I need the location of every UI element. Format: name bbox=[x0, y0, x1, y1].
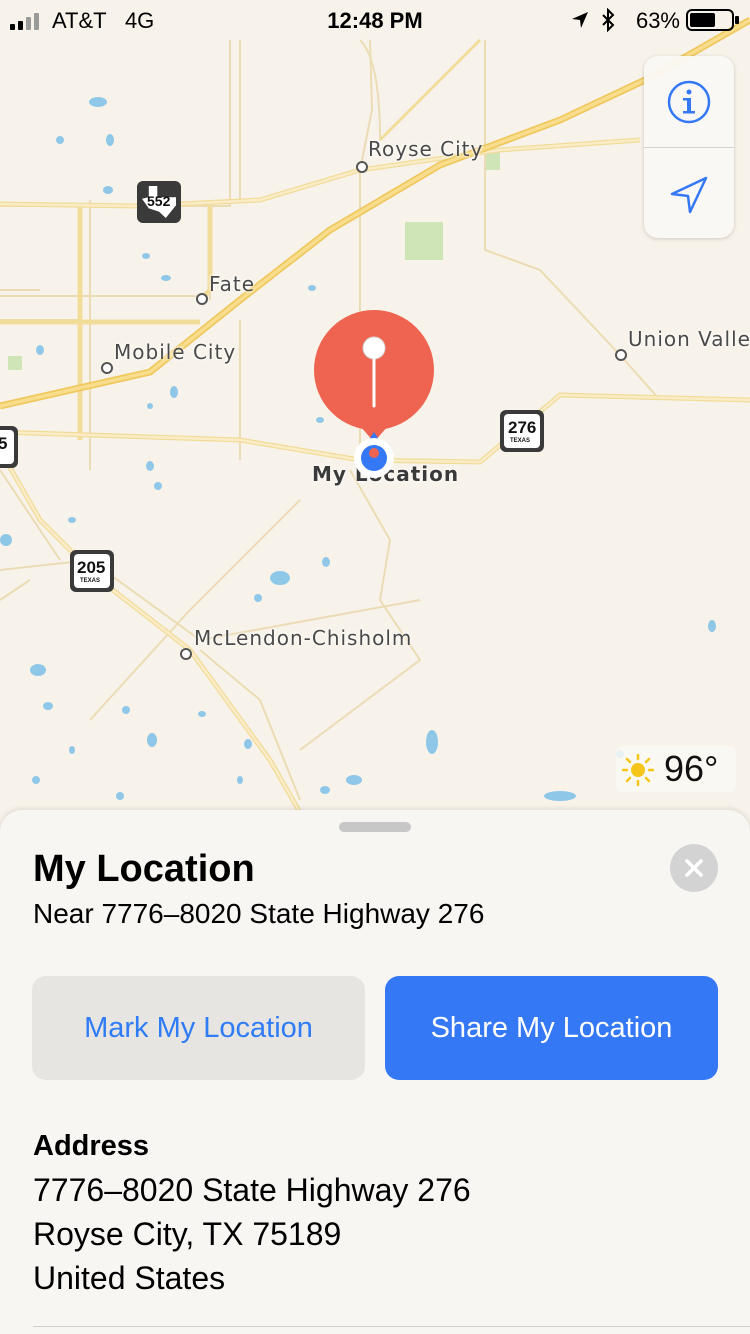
address-line[interactable]: Royse City, TX 75189 bbox=[33, 1216, 341, 1253]
place-dot bbox=[356, 161, 368, 173]
mark-my-location-button[interactable]: Mark My Location bbox=[32, 976, 365, 1080]
highway-shield-552: 552 bbox=[137, 181, 181, 223]
place-label-mclendon-chisholm[interactable]: McLendon-Chisholm bbox=[194, 626, 412, 650]
user-location-dot[interactable] bbox=[350, 430, 398, 480]
highway-shield-partial: 5 bbox=[0, 426, 18, 468]
address-heading: Address bbox=[33, 1130, 150, 1162]
weather-badge[interactable]: 96° bbox=[616, 746, 736, 792]
bluetooth-icon bbox=[602, 8, 615, 32]
close-icon bbox=[685, 859, 703, 877]
park-area bbox=[405, 222, 443, 260]
address-line[interactable]: 7776–8020 State Highway 276 bbox=[33, 1172, 471, 1209]
place-label-royse-city[interactable]: Royse City bbox=[368, 137, 483, 161]
place-label-fate[interactable]: Fate bbox=[209, 272, 255, 296]
share-my-location-button[interactable]: Share My Location bbox=[385, 976, 718, 1080]
place-label-mobile-city[interactable]: Mobile City bbox=[114, 340, 236, 364]
location-card: My Location Near 7776–8020 State Highway… bbox=[0, 810, 750, 1334]
close-button[interactable] bbox=[670, 844, 718, 892]
map-controls bbox=[644, 56, 734, 238]
location-arrow-icon[interactable] bbox=[666, 172, 712, 218]
info-icon[interactable] bbox=[667, 80, 711, 124]
battery-icon bbox=[686, 9, 739, 31]
sheet-grabber[interactable] bbox=[339, 822, 411, 832]
card-title: My Location bbox=[33, 848, 255, 890]
temperature: 96° bbox=[664, 748, 719, 789]
divider bbox=[33, 1326, 750, 1327]
status-bar: AT&T 4G 12:48 PM 63% bbox=[0, 0, 750, 40]
location-services-icon bbox=[572, 12, 588, 28]
highway-shield-205: 205 TEXAS bbox=[70, 550, 114, 592]
sun-icon bbox=[622, 754, 654, 786]
battery-percent: 63% bbox=[635, 8, 680, 33]
place-label-union-valley[interactable]: Union Valle bbox=[628, 327, 750, 351]
address-line[interactable]: United States bbox=[33, 1260, 225, 1297]
controls-divider bbox=[644, 147, 734, 148]
highway-shield-276: 276 TEXAS bbox=[500, 410, 544, 452]
card-subtitle: Near 7776–8020 State Highway 276 bbox=[33, 898, 485, 929]
